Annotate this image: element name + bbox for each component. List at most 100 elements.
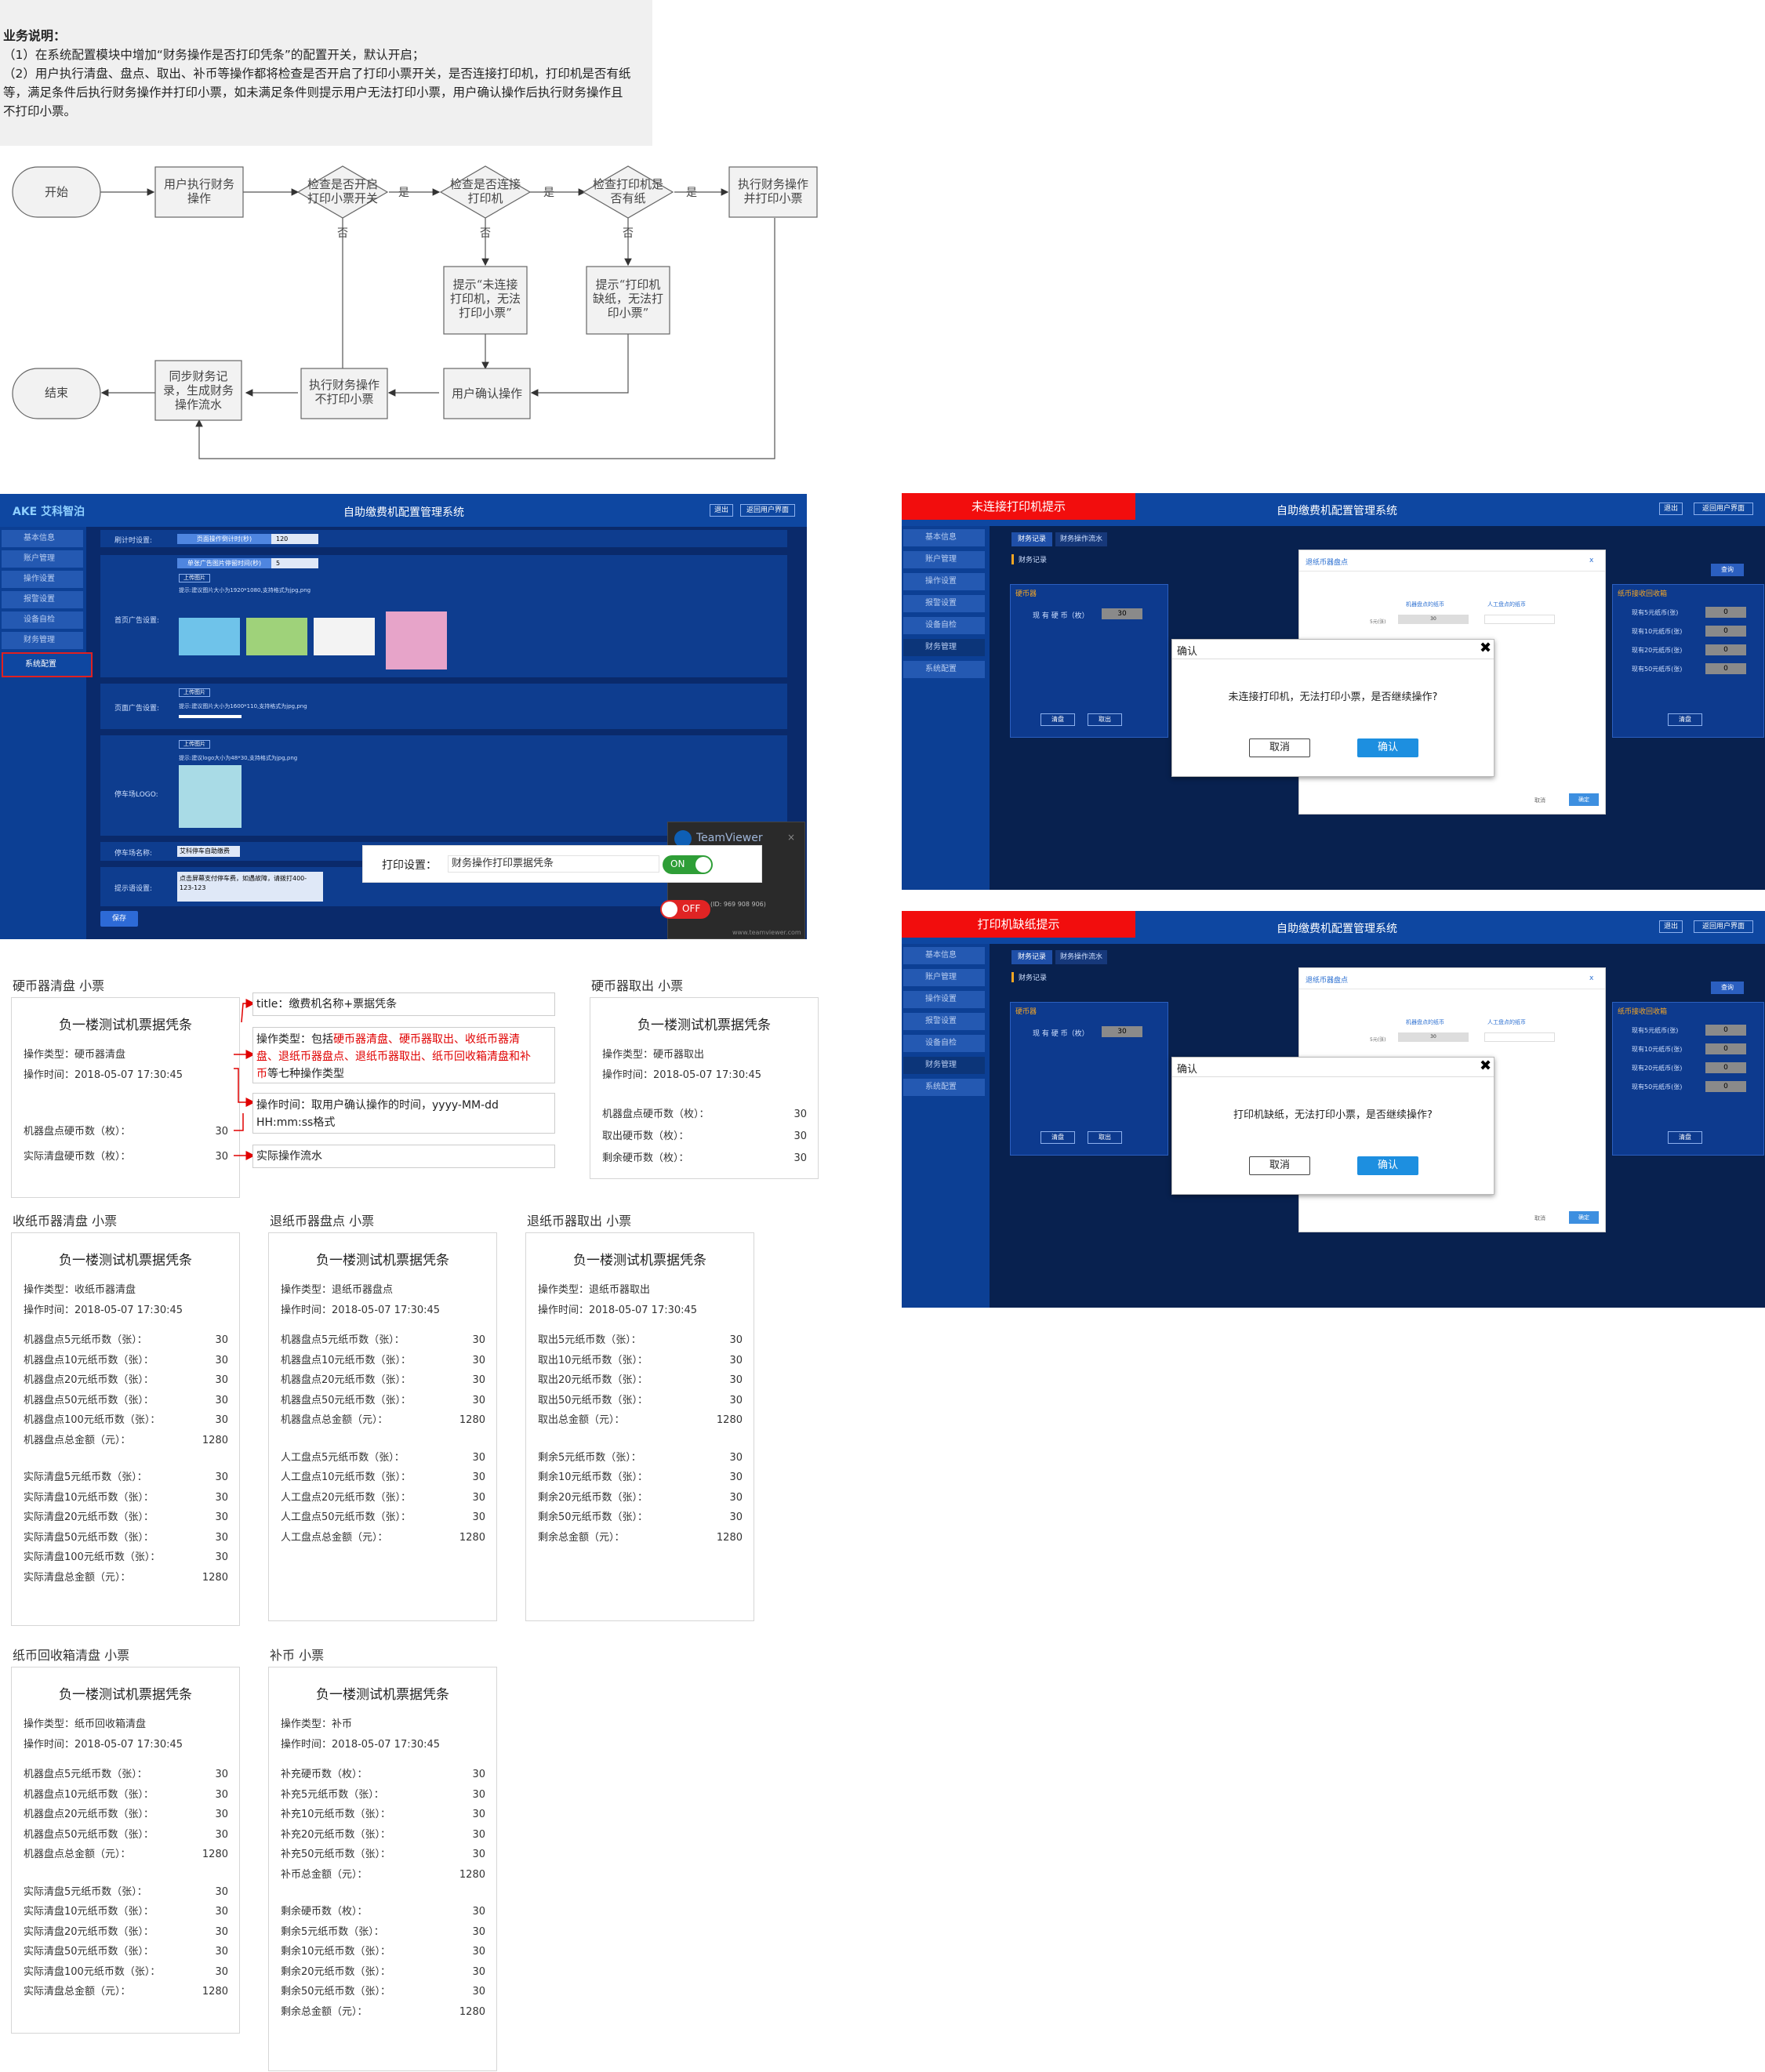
sidebar-item[interactable]: 设备自检 [903, 1035, 985, 1052]
receipt-row: 剩余50元纸币数（张）： 30 [281, 1986, 485, 1998]
modal-cancel[interactable]: 取消 [1534, 1214, 1545, 1222]
sidebar-item[interactable]: 操作设置 [903, 573, 985, 590]
sidebar-item[interactable]: 财务管理 [2, 632, 83, 649]
receipt-row: 取出20元纸币数（张）： 30 [538, 1374, 743, 1386]
sidebar-item[interactable]: 财务管理 [903, 639, 985, 656]
sidebar-item[interactable]: 账户管理 [2, 550, 83, 568]
modal-ok[interactable]: 确定 [1569, 793, 1599, 806]
modal-cancel[interactable]: 取消 [1534, 797, 1545, 804]
park-name-input[interactable]: 艾科停车自助缴费 [177, 846, 240, 857]
sidebar-item[interactable]: 设备自检 [903, 617, 985, 634]
sidebar-item[interactable]: 系统配置 [903, 661, 985, 678]
clear-button[interactable]: 清盘 [1040, 1131, 1075, 1144]
field-label: 现有5元纸币(张) [1632, 1027, 1679, 1034]
coin-panel: 硬币器现 有 硬 币（枚） 30 清盘 取出 [1010, 1002, 1168, 1156]
modal-input[interactable] [1484, 1032, 1555, 1042]
node-text: 操作流水 [175, 397, 222, 412]
ad-image [314, 618, 375, 655]
notes-value: 0 [1705, 1062, 1746, 1073]
field-label: 现 有 硬 币（枚） [1033, 612, 1089, 620]
cancel-button[interactable]: 取消 [1249, 738, 1310, 757]
receipt-row: 机器盘点10元纸币数（张）： 30 [281, 1354, 485, 1366]
receipt-type: 操作类型：硬币器清盘 [24, 1049, 126, 1061]
node-text: 不打印小票 [314, 392, 373, 406]
countdown-input[interactable]: 120 [271, 534, 318, 544]
take-button[interactable]: 取出 [1088, 713, 1122, 726]
modal-input[interactable] [1484, 615, 1555, 624]
sidebar-item[interactable]: 基本信息 [903, 529, 985, 546]
sidebar-item[interactable]: 账户管理 [903, 969, 985, 986]
upload-button[interactable]: 上传图片 [179, 574, 210, 582]
sidebar-item[interactable]: 基本信息 [903, 947, 985, 964]
section-title: 补币 小票 [270, 1648, 325, 1663]
close-icon[interactable]: ✖ [1480, 640, 1491, 656]
cancel-button[interactable]: 取消 [1249, 1156, 1310, 1175]
confirm-button[interactable]: 确认 [1357, 1156, 1418, 1175]
sidebar-item[interactable]: 操作设置 [903, 991, 985, 1008]
home-button[interactable]: 返回用户界面 [740, 504, 795, 517]
sidebar-item[interactable]: 操作设置 [2, 571, 83, 588]
receipt-row: 剩余总金额（元）： 1280 [281, 2005, 485, 2018]
receipt-row: 机器盘点硬币数（枚）： 30 [602, 1109, 807, 1120]
node-text: 提示“打印机 [596, 278, 661, 292]
interval-input[interactable]: 5 [271, 558, 318, 568]
receipt-row: 机器盘点总金额（元）： 1280 [281, 1414, 485, 1426]
query-button[interactable]: 查询 [1711, 564, 1744, 576]
receipt-row: 实际清盘5元纸币数（张）： 30 [24, 1471, 228, 1483]
admin-screen: AKE 艾科智泊 自助缴费机配置管理系统 退出 返回用户界面 基本信息 账户管理… [0, 494, 807, 939]
clear-button[interactable]: 清盘 [1668, 1131, 1702, 1144]
modal-ok[interactable]: 确定 [1569, 1211, 1599, 1224]
sub-title: 财务记录 [1011, 972, 1047, 982]
app-title: 自助缴费机配置管理系统 [343, 506, 464, 519]
panel-title: 纸币接收回收箱 [1618, 1008, 1668, 1016]
receipt-row: 人工盘点10元纸币数（张）： 30 [281, 1471, 485, 1483]
logout-button[interactable]: 退出 [1659, 503, 1683, 515]
logout-button[interactable]: 退出 [710, 504, 733, 517]
node-text: 打印机 [467, 191, 503, 205]
tab-flow[interactable]: 财务操作流水 [1055, 950, 1107, 964]
tip-input[interactable]: 点击屏幕支付停车费，如遇故障，请拨打400-123-123 [177, 872, 323, 902]
clear-button[interactable]: 清盘 [1668, 713, 1702, 726]
tab-flow[interactable]: 财务操作流水 [1055, 532, 1107, 546]
sidebar-item-system-config[interactable]: 系统配置 [2, 652, 93, 677]
sidebar-item[interactable]: 财务管理 [903, 1057, 985, 1074]
receipt-row: 取出5元纸币数（张）： 30 [538, 1334, 743, 1346]
field-label: 现有50元纸币(张) [1632, 1083, 1683, 1090]
sidebar-item[interactable]: 报警设置 [903, 595, 985, 612]
sidebar-item[interactable]: 基本信息 [2, 530, 83, 547]
confirm-button[interactable]: 确认 [1357, 738, 1418, 757]
sidebar-item[interactable]: 设备自检 [2, 611, 83, 629]
notes-value: 0 [1705, 663, 1746, 674]
receipt-row: 机器盘点50元纸币数（张）： 30 [24, 1828, 228, 1841]
home-button[interactable]: 返回用户界面 [1694, 920, 1753, 933]
save-button[interactable]: 保存 [100, 911, 138, 927]
home-button[interactable]: 返回用户界面 [1694, 503, 1753, 515]
hint-text: 提示:建议图片大小为1920*1080,支持格式为jpg,png [179, 587, 311, 593]
upload-button[interactable]: 上传图片 [179, 740, 210, 749]
close-icon[interactable]: x [1589, 557, 1593, 564]
tab-records[interactable]: 财务记录 [1011, 532, 1052, 546]
close-icon[interactable]: × [787, 832, 795, 843]
start-label: 开始 [45, 185, 68, 199]
receipt: 负一楼测试机票据凭条 操作类型：退纸币器取出 操作时间：2018-05-07 17:… [525, 1232, 754, 1621]
receipt-type: 操作类型：退纸币器盘点 [281, 1284, 394, 1296]
close-icon[interactable]: ✖ [1480, 1058, 1491, 1074]
dialog-header: 未连接打印机提示 自助缴费机配置管理系统 退出 返回用户界面 [902, 493, 1765, 526]
sidebar-item[interactable]: 系统配置 [903, 1079, 985, 1096]
receipt-row: 机器盘点100元纸币数（张）： 30 [24, 1414, 228, 1426]
receipt-row: 剩余总金额（元）： 1280 [538, 1531, 743, 1544]
clear-button[interactable]: 清盘 [1040, 713, 1075, 726]
sidebar-item[interactable]: 账户管理 [903, 551, 985, 568]
logout-button[interactable]: 退出 [1659, 920, 1683, 933]
take-button[interactable]: 取出 [1088, 1131, 1122, 1144]
tab-records[interactable]: 财务记录 [1011, 950, 1052, 964]
upload-button[interactable]: 上传图片 [179, 688, 210, 697]
sidebar-item[interactable]: 报警设置 [2, 591, 83, 608]
notes-value: 0 [1705, 1025, 1746, 1036]
off-toggle[interactable]: OFF [660, 900, 710, 919]
sidebar-item[interactable]: 报警设置 [903, 1013, 985, 1030]
receipt-row: 机器盘点总金额（元）： 1280 [24, 1849, 228, 1860]
close-icon[interactable]: x [1589, 974, 1593, 982]
query-button[interactable]: 查询 [1711, 982, 1744, 994]
on-toggle[interactable]: ON [663, 855, 713, 874]
